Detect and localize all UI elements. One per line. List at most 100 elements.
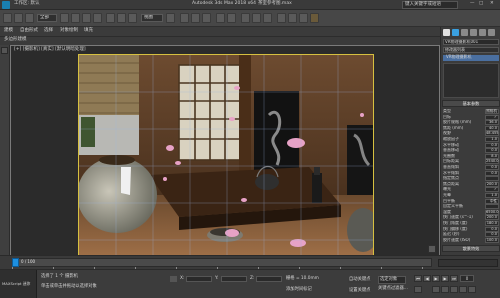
- basic-params-rollout[interactable]: 基本参数: [442, 100, 500, 107]
- material-editor-icon[interactable]: [277, 13, 286, 23]
- maximize-icon[interactable]: □: [479, 1, 483, 7]
- app-logo-icon[interactable]: [2, 1, 10, 9]
- param-value-field[interactable]: 照相机: [485, 109, 499, 114]
- select-object-icon[interactable]: [60, 13, 69, 23]
- param-value-field[interactable]: 0.0: [485, 142, 499, 148]
- param-value-field[interactable]: 0.0: [485, 165, 499, 170]
- set-key-button[interactable]: 设置关键点: [348, 288, 372, 295]
- pivot-center-icon[interactable]: [166, 13, 175, 23]
- param-value-field[interactable]: 100.0: [485, 237, 499, 243]
- current-frame-field[interactable]: 0: [460, 275, 474, 282]
- param-value-field[interactable]: 0.0: [485, 148, 499, 154]
- window-crossing-icon[interactable]: [93, 13, 102, 23]
- pan-icon[interactable]: [441, 286, 449, 293]
- hierarchy-tab-icon[interactable]: [461, 29, 468, 36]
- render-teapot-icon[interactable]: [310, 13, 319, 23]
- ribbon-sub-label[interactable]: 多边形建模: [4, 37, 27, 43]
- auto-key-button[interactable]: 自动关键点: [348, 277, 372, 284]
- redo-icon[interactable]: [14, 13, 23, 23]
- modifier-list-dropdown[interactable]: 修改器列表: [443, 47, 499, 53]
- go-to-end-icon[interactable]: ⏭: [450, 275, 458, 282]
- play-icon[interactable]: ▶: [432, 275, 440, 282]
- camera-viewport[interactable]: [+] [摄影机] [真实] [默认明暗处理]: [10, 45, 440, 257]
- viewport-label[interactable]: [+] [摄影机] [真实] [默认明暗处理]: [14, 47, 86, 53]
- reference-coordinate-dropdown[interactable]: 视图: [141, 14, 163, 22]
- tab-selection[interactable]: 选择: [44, 28, 53, 34]
- tab-freeform[interactable]: 自由形式: [20, 28, 38, 34]
- curve-editor-icon[interactable]: [252, 13, 261, 23]
- motion-tab-icon[interactable]: [470, 29, 477, 36]
- time-slider-track[interactable]: 0 / 100: [12, 258, 432, 267]
- rectangle-selection-icon[interactable]: [82, 13, 91, 23]
- object-name-field[interactable]: VR物理摄影机001: [443, 39, 499, 45]
- tab-object-paint[interactable]: 对象绘制: [60, 28, 78, 34]
- param-value-field[interactable]: 6500.0: [485, 209, 499, 215]
- mirror-icon[interactable]: [216, 13, 225, 23]
- param-value-field[interactable]: 200.0: [485, 181, 499, 187]
- param-value-field[interactable]: 0.0: [485, 226, 499, 232]
- param-value-field[interactable]: ✓: [485, 114, 499, 120]
- param-value-field[interactable]: 40.0: [485, 125, 499, 131]
- close-icon[interactable]: ✕: [490, 1, 494, 7]
- add-time-tag-button[interactable]: 添加时间标记: [286, 287, 312, 292]
- tab-populate[interactable]: 填充: [84, 28, 93, 34]
- param-value-field[interactable]: 0.0: [485, 170, 499, 176]
- layout-icon[interactable]: [1, 47, 8, 54]
- scale-icon[interactable]: [128, 13, 137, 23]
- go-to-start-icon[interactable]: ⏮: [414, 275, 422, 282]
- schematic-view-icon[interactable]: [263, 13, 272, 23]
- bokeh-rollout[interactable]: 散景特效: [442, 245, 500, 252]
- modify-tab-icon[interactable]: [452, 29, 459, 36]
- param-value-field[interactable]: 200.0: [485, 215, 499, 221]
- align-icon[interactable]: [227, 13, 236, 23]
- render-setup-icon[interactable]: [288, 13, 297, 23]
- percent-snap-icon[interactable]: [202, 13, 211, 23]
- param-value-field[interactable]: 48.455: [485, 131, 499, 137]
- modifier-stack-item[interactable]: VR物理摄影机: [443, 55, 499, 61]
- zoom-icon[interactable]: [432, 286, 440, 293]
- angle-snap-icon[interactable]: [191, 13, 200, 23]
- create-tab-icon[interactable]: [443, 29, 450, 36]
- link-icon[interactable]: [25, 13, 34, 23]
- param-value-field[interactable]: 2540.0: [485, 159, 499, 165]
- maxscript-listener[interactable]: MAXScript 迷你: [0, 270, 37, 298]
- display-tab-icon[interactable]: [479, 29, 486, 36]
- select-by-name-icon[interactable]: [71, 13, 80, 23]
- orbit-icon[interactable]: [450, 286, 458, 293]
- tab-modeling[interactable]: 建模: [4, 28, 13, 34]
- viewcube-icon[interactable]: [428, 245, 436, 253]
- y-coordinate-field[interactable]: [221, 276, 247, 282]
- next-frame-icon[interactable]: ▶: [441, 275, 449, 282]
- selected-dropdown[interactable]: 选定对象: [378, 276, 406, 285]
- param-value-field[interactable]: ✓: [485, 187, 499, 193]
- time-slider-handle[interactable]: [12, 258, 19, 267]
- key-filters-button[interactable]: 关键点过滤器...: [378, 286, 408, 291]
- workspace-label[interactable]: 工作区: 默认: [14, 1, 39, 7]
- fov-icon[interactable]: [459, 286, 467, 293]
- utilities-tab-icon[interactable]: [488, 29, 495, 36]
- x-coordinate-field[interactable]: [186, 276, 212, 282]
- minimize-icon[interactable]: —: [470, 1, 475, 7]
- param-value-field[interactable]: 180.0: [485, 221, 499, 226]
- time-config-icon[interactable]: [414, 286, 422, 293]
- layer-explorer-icon[interactable]: [241, 13, 250, 23]
- previous-frame-icon[interactable]: ◀: [423, 275, 431, 282]
- search-box[interactable]: 键入关键字或短语: [402, 1, 458, 9]
- move-icon[interactable]: [106, 13, 115, 23]
- z-coordinate-field[interactable]: [256, 276, 282, 282]
- param-value-field[interactable]: 36.0: [485, 120, 499, 126]
- param-value-field[interactable]: [485, 204, 499, 210]
- rotate-icon[interactable]: [117, 13, 126, 23]
- render-frame-icon[interactable]: [299, 13, 308, 23]
- param-value-field[interactable]: 中性: [485, 198, 499, 204]
- maximize-viewport-icon[interactable]: [468, 286, 476, 293]
- param-value-field[interactable]: 0.0: [485, 232, 499, 238]
- selection-filter-dropdown[interactable]: 全部: [37, 14, 57, 22]
- param-value-field[interactable]: 8.0: [485, 153, 499, 159]
- param-value-field[interactable]: 1.0: [485, 137, 499, 142]
- param-value-field[interactable]: 1.0: [485, 193, 499, 198]
- lock-selection-icon[interactable]: [170, 276, 177, 282]
- snap-toggle-icon[interactable]: [180, 13, 189, 23]
- undo-icon[interactable]: [3, 13, 12, 23]
- param-value-field[interactable]: [485, 176, 499, 182]
